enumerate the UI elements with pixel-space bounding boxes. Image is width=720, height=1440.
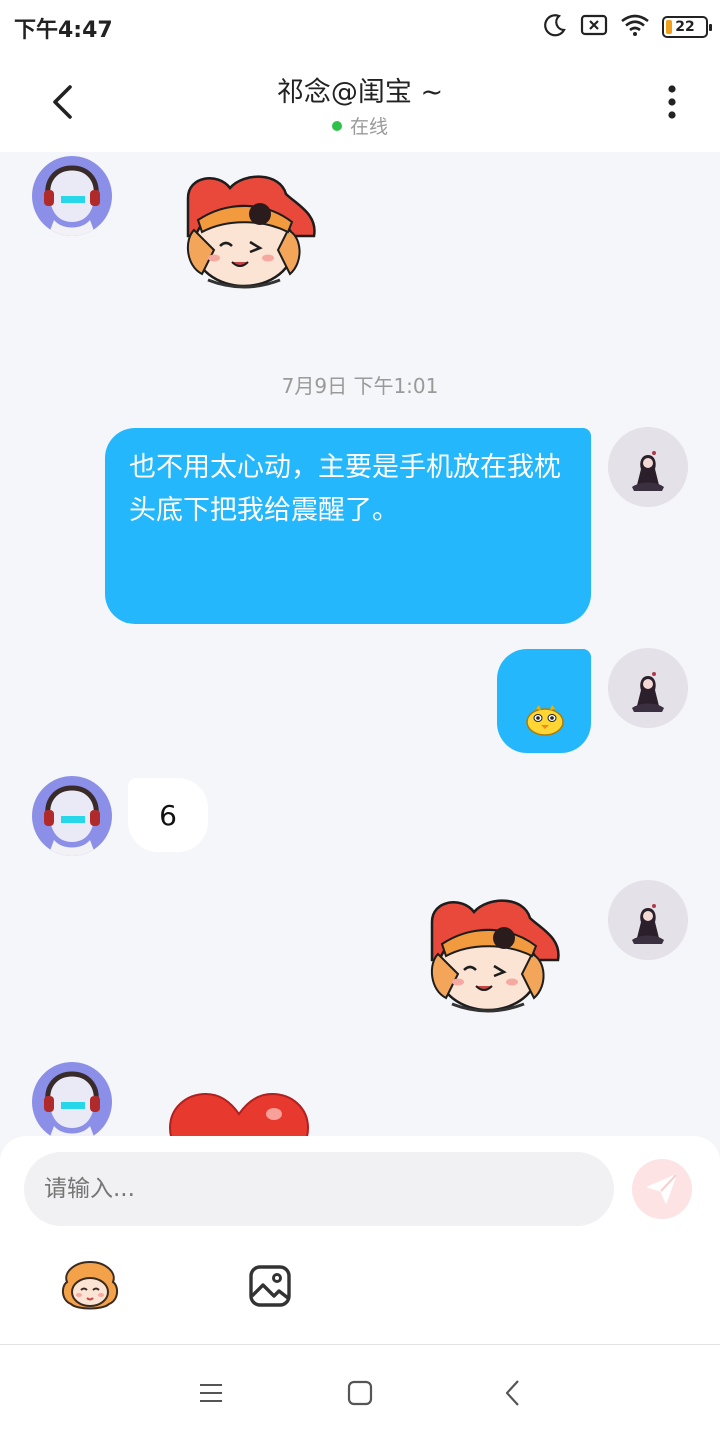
- contact-name: 祁念@闺宝 ~: [276, 77, 444, 108]
- menu-icon: [200, 1384, 222, 1402]
- yellow-chick-emoji: [526, 705, 564, 736]
- status-icons: 22: [542, 12, 712, 42]
- online-dot-icon: [331, 120, 342, 131]
- status-time: 下午4:47: [14, 18, 113, 43]
- home-button[interactable]: [340, 1373, 380, 1413]
- message-bubble[interactable]: 也不用太心动，主要是手机放在我枕头底下把我给震醒了。: [105, 428, 591, 624]
- image-icon: [249, 1265, 291, 1307]
- home-icon: [347, 1380, 373, 1406]
- sticker-panel-button[interactable]: [58, 1254, 122, 1318]
- input-panel: [0, 1136, 720, 1344]
- menu-button[interactable]: [191, 1373, 231, 1413]
- my-avatar[interactable]: [608, 427, 688, 507]
- wifi-icon: [620, 13, 650, 41]
- red-heart-sticker[interactable]: [166, 1092, 312, 1138]
- battery-icon: 22: [662, 16, 712, 38]
- red-heart-character-sticker[interactable]: [168, 170, 320, 296]
- status-bar: 下午4:47 22: [0, 0, 720, 56]
- send-button[interactable]: [632, 1159, 692, 1219]
- chat-header: 祁念@闺宝 ~ 在线: [0, 56, 720, 152]
- online-status-label: 在线: [349, 116, 388, 138]
- sticker-panel-icon: [61, 1260, 119, 1310]
- battery-level: 22: [675, 19, 695, 35]
- my-avatar[interactable]: [608, 880, 688, 960]
- moon-icon: [542, 12, 568, 42]
- no-sim-icon: [580, 14, 608, 40]
- my-avatar[interactable]: [608, 648, 688, 728]
- contact-avatar[interactable]: [32, 156, 112, 236]
- online-status: 在线: [0, 112, 720, 139]
- message-bubble[interactable]: 6: [128, 778, 208, 852]
- more-button[interactable]: [652, 80, 692, 124]
- contact-avatar[interactable]: [32, 776, 112, 856]
- image-button[interactable]: [238, 1254, 302, 1318]
- nav-back-button[interactable]: [492, 1373, 532, 1413]
- chat-area[interactable]: 7月9日 下午1:01 也不用太心动，主要是手机放在我枕头底下把我给震醒了。 6: [0, 152, 720, 1138]
- more-vertical-icon: [668, 85, 676, 119]
- emoji-message-bubble[interactable]: [497, 649, 591, 753]
- back-icon: [505, 1380, 519, 1406]
- red-heart-character-sticker[interactable]: [412, 894, 564, 1020]
- message-input[interactable]: [24, 1152, 614, 1226]
- system-nav-bar: [0, 1344, 720, 1440]
- contact-avatar[interactable]: [32, 1062, 112, 1138]
- send-icon: [647, 1174, 677, 1204]
- message-timestamp: 7月9日 下午1:01: [281, 374, 439, 398]
